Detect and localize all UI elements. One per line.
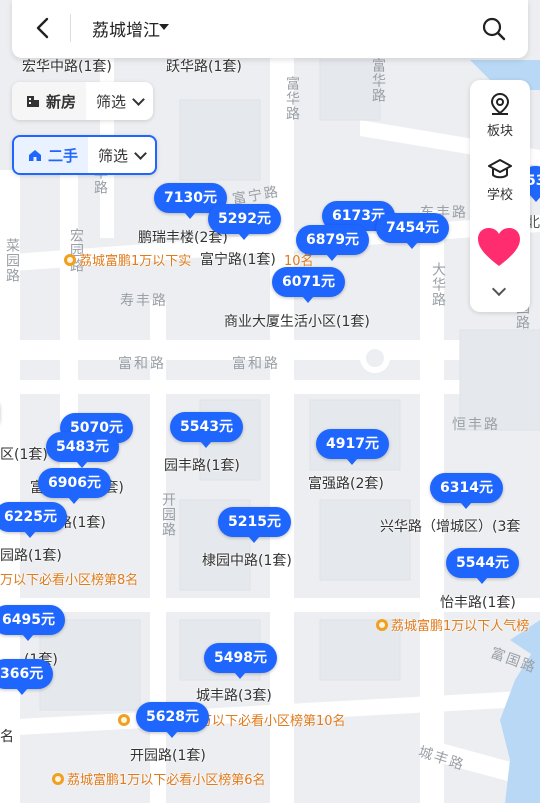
new-house-filter-button[interactable]: 筛选 <box>86 82 153 120</box>
ranking-text: 荔城富鹏1万以下实 <box>79 254 192 269</box>
area-label[interactable]: 跃华路(1套) <box>166 56 242 76</box>
area-label[interactable]: 富宁路(1套) <box>200 249 276 269</box>
filter-label: 筛选 <box>96 92 127 111</box>
road-label: 恒丰路 <box>452 417 500 433</box>
price-pin[interactable]: 6314元 <box>430 473 503 509</box>
road-label: 大华路 <box>430 262 446 307</box>
second-hand-tab[interactable]: 二手 <box>14 137 89 173</box>
map-pin-icon <box>490 92 510 115</box>
new-house-label: 新房 <box>46 92 77 111</box>
area-label[interactable]: 怡丰路(1套) <box>440 592 516 612</box>
price-pin[interactable]: 5483元 <box>46 432 119 468</box>
price-pin[interactable]: 6879元 <box>296 225 369 261</box>
price-pin[interactable]: 5628元 <box>136 702 209 738</box>
new-house-filter[interactable]: 新房 筛选 <box>12 82 154 120</box>
map-base-layer <box>0 0 540 803</box>
ranking-text: 万以下必看小区榜第10名 <box>199 714 346 729</box>
ranking-text: 万以下必看小区榜第8名 <box>0 573 139 588</box>
top-bar: 荔城增江 <box>12 0 528 58</box>
chevron-down-icon <box>134 146 147 160</box>
price-pin[interactable]: 6495元 <box>0 605 65 641</box>
road-label: 富和路 <box>232 356 280 372</box>
chevron-left-icon[interactable] <box>30 15 56 41</box>
area-label[interactable]: 兴华路（增城区）(3套 <box>380 516 520 536</box>
area-label[interactable]: 园路(1套) <box>0 545 62 565</box>
price-pin[interactable]: 366元 <box>0 659 54 695</box>
price-pin[interactable]: 5292元 <box>208 204 281 240</box>
side-item-district[interactable]: 板块 <box>470 92 530 139</box>
price-pin[interactable]: 6225元 <box>0 502 67 538</box>
road-label: 菜园路 <box>4 238 20 283</box>
second-hand-label: 二手 <box>48 146 79 165</box>
filter-label: 筛选 <box>98 146 129 165</box>
area-label[interactable]: 富强路(2套) <box>308 473 384 493</box>
ranking-label[interactable]: 荔城富鹏1万以下实 <box>64 250 191 269</box>
second-hand-filter[interactable]: 二手 筛选 <box>12 135 158 175</box>
area-label[interactable]: 宏华中路(1套) <box>22 56 112 76</box>
road-label: 富和路 <box>118 356 166 372</box>
price-pin[interactable]: 5544元 <box>446 548 519 584</box>
price-pin[interactable]: 5498元 <box>204 643 277 679</box>
chevron-down-icon <box>132 92 145 106</box>
area-label[interactable]: 开园路(1套) <box>130 745 206 765</box>
area-label[interactable]: 城丰路(3套) <box>196 685 272 705</box>
ranking-text: 荔城富鹏1万以下人气榜 <box>391 619 530 634</box>
building-icon <box>27 95 39 107</box>
house-icon <box>29 149 41 161</box>
road-label: 开园路 <box>160 492 176 537</box>
trophy-icon <box>64 254 76 266</box>
caret-down-icon[interactable] <box>159 24 169 30</box>
area-label[interactable]: 区(1套) <box>0 444 48 464</box>
search-icon[interactable] <box>480 15 508 43</box>
trophy-icon <box>52 773 64 785</box>
area-label[interactable]: 园丰路(1套) <box>164 455 240 475</box>
road-label: 寿丰路 <box>120 293 168 309</box>
trophy-icon <box>376 619 388 631</box>
price-pin[interactable]: 7454元 <box>376 213 449 249</box>
area-label[interactable]: 商业大厦生活小区(1套) <box>224 311 370 331</box>
city-selector[interactable]: 荔城增江 <box>92 16 160 41</box>
ranking-label[interactable]: 荔城富鹏1万以下必看小区榜第6名 <box>52 769 266 788</box>
heart-icon[interactable] <box>476 226 522 268</box>
price-pin[interactable]: 4917元 <box>316 429 389 465</box>
road-label: 富华路 <box>370 58 386 103</box>
map-canvas[interactable]: 富华路 富华路 富宁路 宏园路 菜园路 寿丰路 富和路 富和路 大华路 恒丰路 … <box>0 0 540 803</box>
price-pin[interactable]: 5543元 <box>170 412 243 448</box>
price-pin[interactable]: 5215元 <box>218 507 291 543</box>
side-item-label: 学校 <box>486 188 513 203</box>
ranking-text: 荔城富鹏1万以下必看小区榜第6名 <box>67 773 266 788</box>
area-label[interactable]: 名 <box>0 726 14 746</box>
ranking-label[interactable]: 荔城富鹏1万以下人气榜 <box>376 615 529 634</box>
price-pin[interactable]: 6071元 <box>272 267 345 303</box>
divider <box>70 14 71 42</box>
area-label[interactable]: 棣园中路(1套) <box>202 550 292 570</box>
price-pin[interactable]: 6906元 <box>38 468 111 504</box>
new-house-tab[interactable]: 新房 <box>12 82 87 120</box>
second-hand-filter-button[interactable]: 筛选 <box>88 137 155 173</box>
road-label: 富华路 <box>284 76 300 121</box>
side-item-label: 板块 <box>486 124 513 139</box>
ranking-label[interactable]: 万以下必看小区榜第8名 <box>0 569 138 588</box>
side-item-school[interactable]: 学校 <box>470 158 530 203</box>
trophy-icon <box>118 714 130 726</box>
side-panel: 板块 学校 <box>470 80 530 312</box>
graduation-cap-icon <box>488 159 512 179</box>
